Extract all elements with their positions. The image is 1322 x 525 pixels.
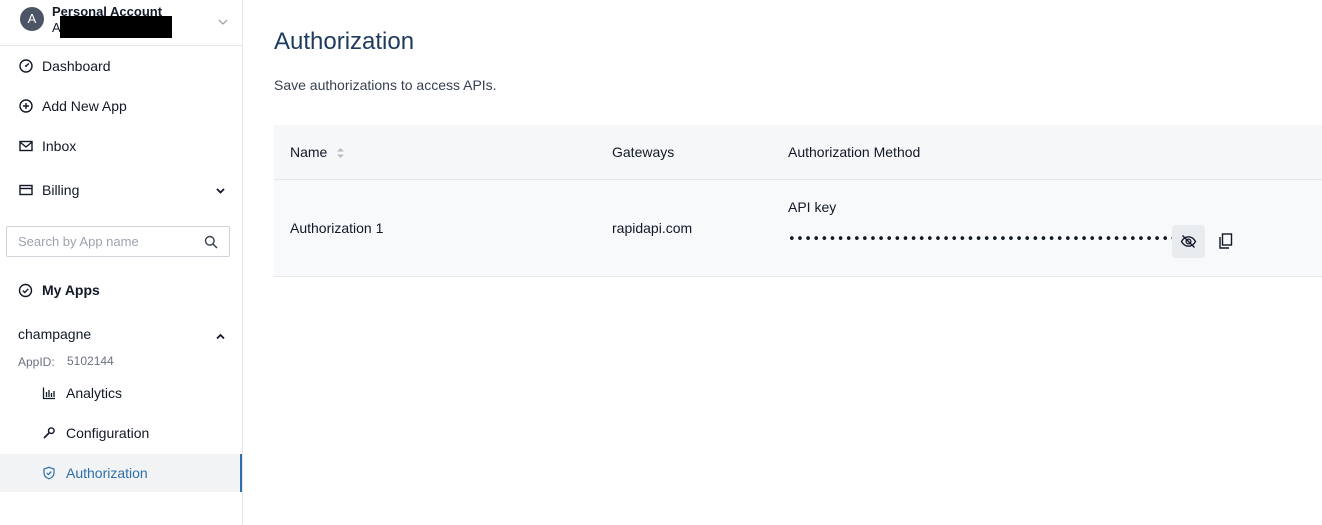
copy-button[interactable] <box>1215 230 1237 252</box>
account-switcher[interactable]: A Personal Account A <box>0 0 242 46</box>
eye-off-icon <box>1180 235 1197 248</box>
column-header-gateways: Gateways <box>612 144 675 160</box>
app-name[interactable]: champagne <box>18 326 91 342</box>
chevron-up-icon[interactable] <box>214 330 227 343</box>
sidebar-item-configuration[interactable]: Configuration <box>0 414 242 452</box>
check-circle-icon <box>18 283 33 298</box>
toggle-visibility-button[interactable] <box>1172 225 1205 258</box>
table-header: Name Gateways Authorization Method <box>274 125 1322 180</box>
wrench-icon <box>43 427 55 439</box>
page-subtitle: Save authorizations to access APIs. <box>274 77 497 93</box>
authorizations-table: Name Gateways Authorization Method Autho… <box>274 125 1322 277</box>
redacted-block <box>60 16 172 38</box>
column-header-name[interactable]: Name <box>290 144 327 160</box>
masked-api-key: ••••••••••••••••••••••••••••••••••••••••… <box>788 232 1194 247</box>
sidebar-item-analytics[interactable]: Analytics <box>0 374 242 412</box>
my-apps-header[interactable]: My Apps <box>0 274 242 306</box>
sidebar-item-label: Dashboard <box>42 58 111 74</box>
chevron-down-icon[interactable] <box>217 16 229 28</box>
sidebar-item-label: Billing <box>42 182 80 198</box>
sidebar-item-label: Configuration <box>66 425 150 441</box>
sidebar-item-label: Authorization <box>66 465 148 481</box>
shield-icon <box>43 466 55 480</box>
bar-chart-icon <box>42 387 55 400</box>
appid-label: AppID: <box>18 355 55 369</box>
plus-circle-icon <box>19 99 33 113</box>
search-input[interactable] <box>7 227 197 256</box>
my-apps-label: My Apps <box>42 282 100 298</box>
sidebar-item-label: Inbox <box>42 138 77 154</box>
gateway-value: rapidapi.com <box>612 220 693 236</box>
page-title: Authorization <box>274 28 415 55</box>
method-label: API key <box>788 199 837 215</box>
sidebar-item-add-new-app[interactable]: Add New App <box>0 90 242 122</box>
search-icon[interactable] <box>204 235 218 249</box>
column-header-authorization-method: Authorization Method <box>788 144 921 160</box>
sidebar-item-label: Analytics <box>66 385 123 401</box>
dashboard-icon <box>19 59 33 73</box>
billing-icon <box>19 184 33 196</box>
authorization-name: Authorization 1 <box>290 220 384 236</box>
sidebar-item-billing[interactable]: Billing <box>0 174 242 206</box>
sidebar-item-dashboard[interactable]: Dashboard <box>0 50 242 82</box>
sidebar-item-inbox[interactable]: Inbox <box>0 130 242 162</box>
sort-icon[interactable] <box>336 146 345 160</box>
sidebar-item-label: Add New App <box>42 98 127 114</box>
sidebar: A Personal Account A Dashboard Add New A… <box>0 0 243 525</box>
appid-value: 5102144 <box>67 354 114 368</box>
app-search <box>6 226 230 257</box>
mail-icon <box>19 140 33 152</box>
sidebar-item-authorization[interactable]: Authorization <box>0 454 242 492</box>
avatar: A <box>20 7 44 31</box>
copy-icon <box>1219 233 1233 249</box>
chevron-down-icon[interactable] <box>214 184 227 197</box>
table-row: Authorization 1 rapidapi.com API key •••… <box>274 180 1322 277</box>
